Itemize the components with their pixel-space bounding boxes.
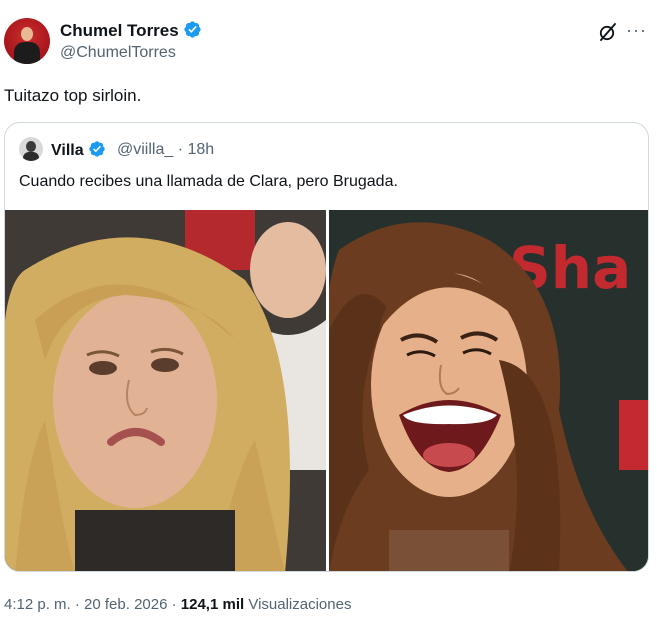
views-label: Visualizaciones bbox=[244, 596, 352, 613]
quoted-media[interactable]: Sha bbox=[5, 210, 648, 571]
author-avatar[interactable] bbox=[4, 18, 50, 64]
quoted-tweet[interactable]: Villa @viilla_ · 18h Cuando recibes una … bbox=[4, 122, 649, 572]
quoted-time: · 18h bbox=[177, 141, 215, 158]
laughing-woman-photo[interactable]: Sha bbox=[329, 210, 648, 571]
author-name[interactable]: Chumel Torres bbox=[60, 21, 179, 40]
sad-woman-photo[interactable] bbox=[5, 210, 326, 571]
more-icon[interactable]: ··· bbox=[626, 20, 647, 40]
verified-badge-icon bbox=[184, 21, 201, 38]
views-count: 124,1 mil bbox=[180, 596, 245, 613]
laughing-woman-illustration: Sha bbox=[329, 210, 648, 571]
sad-woman-illustration bbox=[5, 210, 326, 571]
tweet-footer: 4:12 p. m. · 20 feb. 2026 · 124,1 mil Vi… bbox=[4, 596, 351, 613]
author-name-row[interactable]: Chumel Torres bbox=[60, 20, 202, 41]
quoted-author-name[interactable]: Villa bbox=[51, 142, 84, 159]
author-handle[interactable]: @ChumelTorres bbox=[60, 44, 176, 62]
grok-icon[interactable] bbox=[598, 22, 618, 42]
quoted-handle[interactable]: @viilla_ bbox=[117, 141, 173, 158]
quoted-handle-time[interactable]: @viilla_ · 18h bbox=[117, 141, 214, 159]
timestamp[interactable]: 4:12 p. m. · 20 feb. 2026 · bbox=[4, 596, 181, 613]
verified-badge-icon bbox=[88, 141, 105, 157]
tweet-text: Tuitazo top sirloin. bbox=[4, 86, 142, 105]
quoted-text: Cuando recibes una llamada de Clara, per… bbox=[19, 173, 398, 190]
quoted-avatar[interactable] bbox=[19, 137, 43, 161]
quoted-name-row[interactable]: Villa bbox=[51, 140, 106, 160]
